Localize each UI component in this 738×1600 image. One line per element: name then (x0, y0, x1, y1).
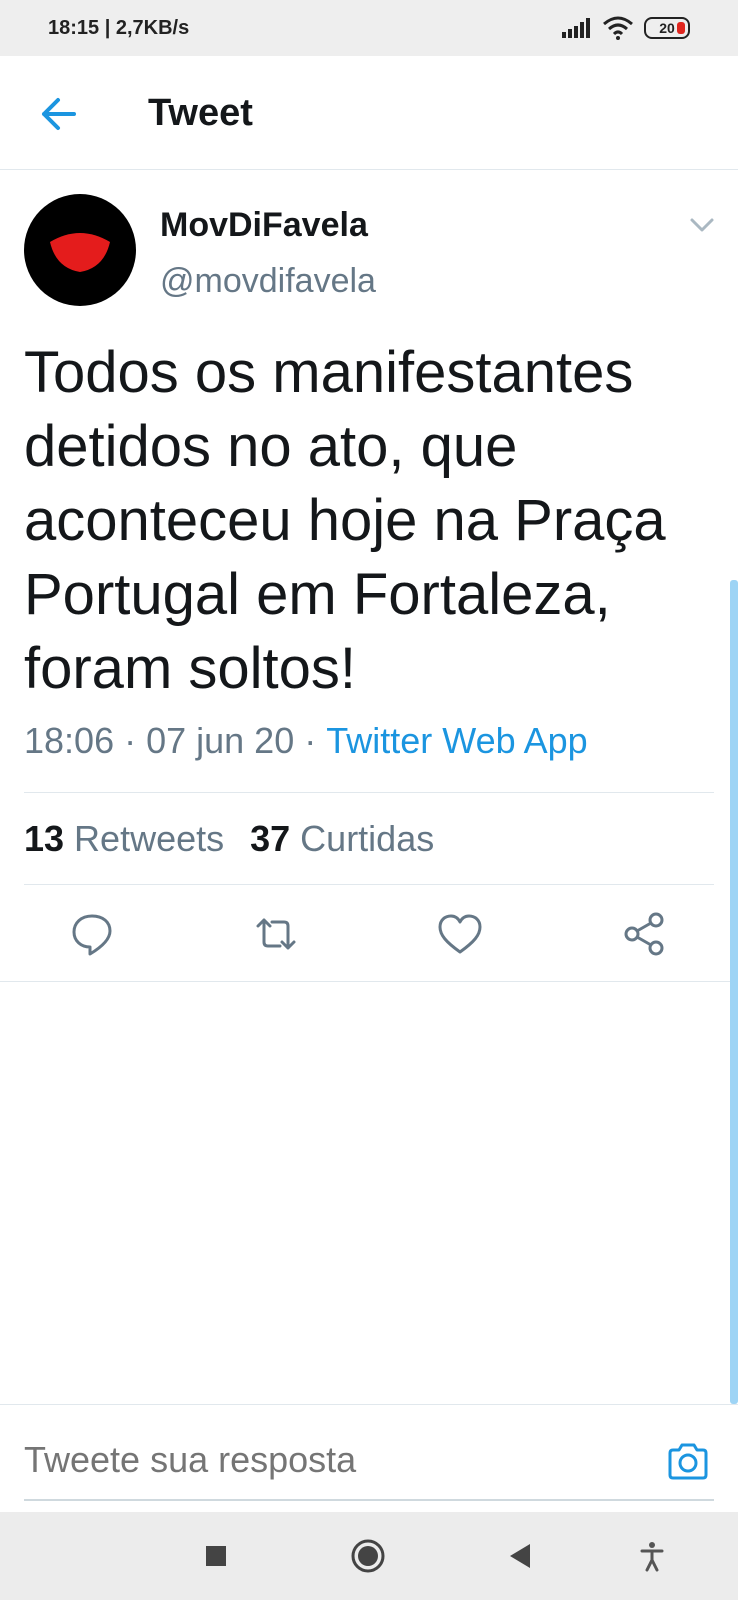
accessibility-icon[interactable] (636, 1540, 668, 1572)
tweet-source-link[interactable]: Twitter Web App (326, 720, 587, 761)
reply-input-underline (24, 1499, 714, 1501)
status-time-speed: 18:15 | 2,7KB/s (48, 16, 190, 39)
top-app-bar: Tweet (0, 56, 738, 170)
likes-stat[interactable]: 37 Curtidas (250, 818, 434, 860)
stop-square-icon[interactable] (200, 1540, 232, 1572)
tweet-stats: 13 Retweets 37 Curtidas (24, 818, 434, 860)
reply-input[interactable] (24, 1439, 624, 1481)
tweet-meta: 18:06 · 07 jun 20 · Twitter Web App (24, 720, 588, 762)
reply-composer-bar (0, 1404, 738, 1510)
avatar[interactable] (24, 194, 136, 306)
tweet-actions-bar (0, 886, 738, 982)
meta-separator: · (124, 720, 137, 761)
camera-icon[interactable] (666, 1441, 710, 1481)
retweets-stat[interactable]: 13 Retweets (24, 818, 224, 860)
status-bar: 18:15 | 2,7KB/s 20 (0, 0, 738, 56)
likes-count: 37 (250, 818, 291, 859)
home-circle-icon[interactable] (350, 1538, 386, 1574)
divider (24, 792, 714, 793)
scroll-indicator[interactable] (730, 580, 738, 1404)
likes-label: Curtidas (300, 818, 435, 859)
reply-icon[interactable] (68, 910, 116, 958)
wifi-icon (603, 16, 633, 40)
battery-indicator: 20 (644, 17, 690, 39)
author-handle[interactable]: @movdifavela (160, 262, 376, 301)
tweet-time: 18:06 (24, 720, 115, 761)
back-triangle-icon[interactable] (504, 1540, 536, 1572)
meta-separator: · (304, 720, 317, 761)
signal-icon (562, 18, 590, 38)
retweets-count: 13 (24, 818, 65, 859)
retweet-icon[interactable] (252, 910, 300, 958)
divider (24, 884, 714, 885)
battery-fill (677, 22, 685, 34)
like-icon[interactable] (436, 910, 484, 958)
status-icons: 20 (562, 16, 690, 40)
page-title: Tweet (148, 92, 253, 134)
tweet-date: 07 jun 20 (146, 720, 295, 761)
back-arrow-icon[interactable] (36, 92, 80, 136)
retweets-label: Retweets (74, 818, 225, 859)
chevron-down-icon[interactable] (686, 212, 718, 236)
share-icon[interactable] (620, 910, 668, 958)
avatar-logo-mark (50, 233, 110, 272)
tweet-detail-screen: 18:15 | 2,7KB/s 20 Tweet MovDiFavela @mo… (0, 0, 738, 1600)
author-name[interactable]: MovDiFavela (160, 206, 368, 245)
tweet-text: Todos os manifestantes detidos no ato, q… (24, 340, 666, 701)
battery-level: 20 (659, 20, 675, 36)
system-navigation-bar (0, 1512, 738, 1600)
